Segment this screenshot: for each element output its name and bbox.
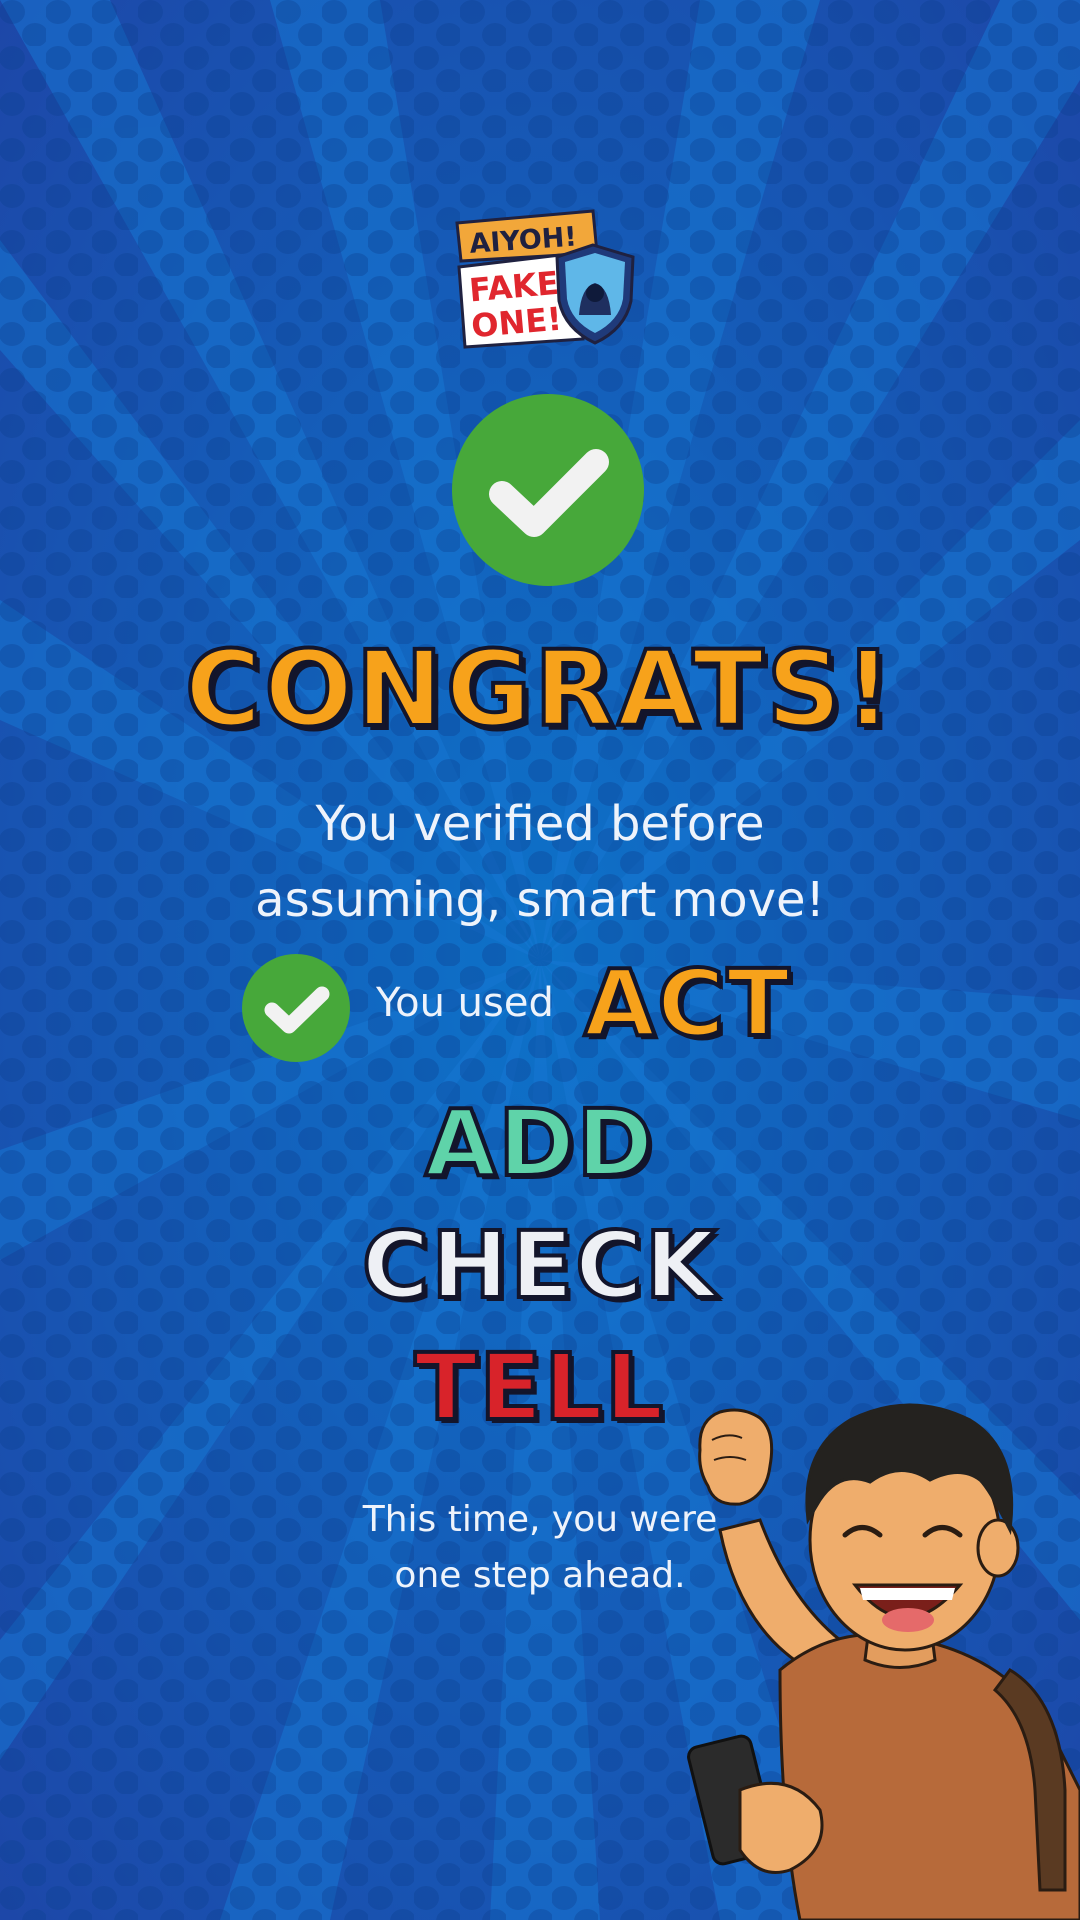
svg-text:ONE!: ONE! [470,300,563,346]
app-logo: AIYOH! FAKE ONE! [455,205,640,355]
method-word-act: ACT [582,948,792,1059]
method-word-add: ADD [423,1088,655,1199]
small-check-circle-icon [242,954,350,1062]
you-used-label: You used [376,980,554,1026]
subtitle-text: You verified before assuming, smart move… [0,786,1080,938]
check-circle-icon [452,394,644,586]
congrats-title: CONGRATS! [183,626,895,752]
method-word-check: CHECK [360,1210,719,1321]
cheering-boy-illustration [687,1403,1080,1920]
subtitle-line-1: You verified before [315,796,765,852]
subtitle-line-2: assuming, smart move! [255,872,825,928]
